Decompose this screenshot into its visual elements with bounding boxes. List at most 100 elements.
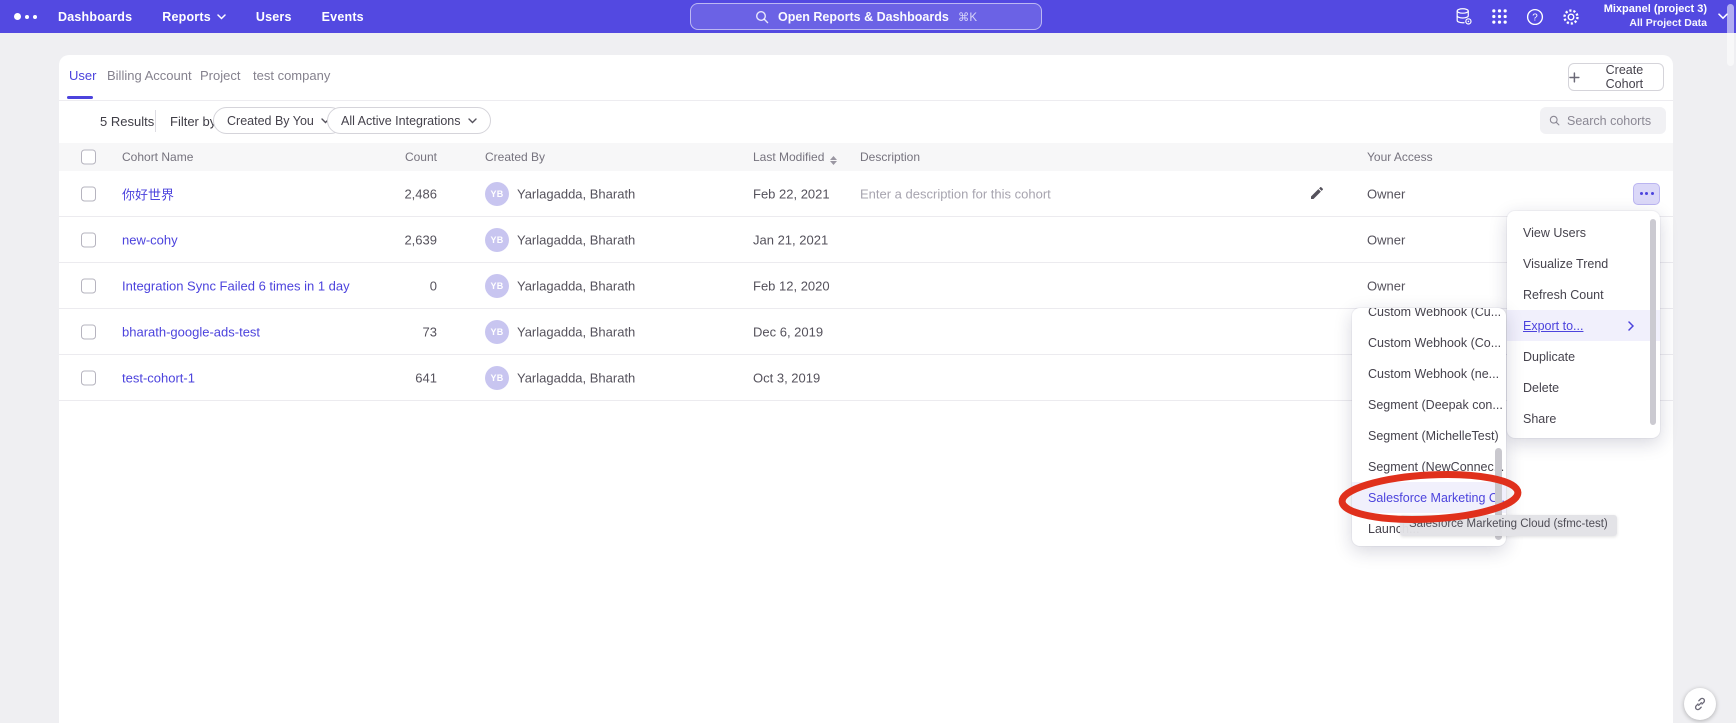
created-by: Yarlagadda, Bharath (517, 370, 635, 385)
mixpanel-cohorts-page: Dashboards Reports Users Events Open Rep… (0, 0, 1736, 723)
cohort-count: 0 (347, 278, 437, 293)
submenu-item-segment-2[interactable]: Segment (MichelleTest) (1352, 420, 1506, 451)
search-cohorts-input[interactable] (1567, 114, 1657, 128)
nav-item-dashboards[interactable]: Dashboards (58, 10, 132, 24)
submenu-item-custom-webhook-3[interactable]: Custom Webhook (ne... (1352, 358, 1506, 389)
table-row: 你好世界 2,486 YB Yarlagadda, Bharath Feb 22… (59, 171, 1673, 217)
avatar: YB (485, 366, 509, 390)
cohort-count: 73 (347, 324, 437, 339)
chevron-down-icon (217, 14, 226, 20)
global-search-label: Open Reports & Dashboards (778, 10, 949, 24)
apps-grid-icon[interactable] (1490, 7, 1509, 26)
project-switcher[interactable]: Mixpanel (project 3) All Project Data (1604, 3, 1707, 30)
menu-scrollbar[interactable] (1650, 219, 1656, 425)
row-checkbox[interactable] (81, 278, 96, 293)
search-cohorts-box (1540, 107, 1666, 134)
cohort-name-link[interactable]: bharath-google-ads-test (122, 324, 260, 339)
pencil-icon[interactable] (1309, 185, 1327, 203)
link-icon (1692, 696, 1708, 712)
menu-item-refresh-count[interactable]: Refresh Count (1507, 279, 1660, 310)
settings-gear-icon[interactable] (1562, 7, 1581, 26)
tab-test-company[interactable]: test company (253, 68, 330, 83)
menu-item-visualize-trend[interactable]: Visualize Trend (1507, 248, 1660, 279)
svg-text:?: ? (1532, 12, 1538, 23)
avatar: YB (485, 274, 509, 298)
row-checkbox[interactable] (81, 324, 96, 339)
tab-bar: User Billing Account Project test compan… (59, 55, 1673, 101)
chevron-down-icon (468, 118, 477, 124)
cohort-name-link[interactable]: test-cohort-1 (122, 370, 195, 385)
nav-item-users[interactable]: Users (256, 10, 292, 24)
column-created-by[interactable]: Created By (485, 150, 545, 164)
search-icon (1549, 114, 1560, 127)
global-search-button[interactable]: Open Reports & Dashboards ⌘K (690, 3, 1042, 30)
cohort-name-link[interactable]: new-cohy (122, 232, 178, 247)
access-value: Owner (1367, 232, 1405, 247)
submenu-item-salesforce-marketing-cloud[interactable]: Salesforce Marketing C... (1352, 482, 1506, 513)
last-modified: Feb 22, 2021 (753, 186, 830, 201)
description-placeholder[interactable]: Enter a description for this cohort (860, 186, 1051, 201)
create-cohort-label: Create Cohort (1586, 63, 1663, 91)
last-modified: Dec 6, 2019 (753, 324, 823, 339)
cohort-count: 2,486 (347, 186, 437, 201)
access-value: Owner (1367, 186, 1405, 201)
integrations-filter[interactable]: All Active Integrations (327, 107, 491, 134)
row-checkbox[interactable] (81, 370, 96, 385)
page-scrollbar[interactable] (1727, 4, 1734, 66)
project-scope: All Project Data (1604, 17, 1707, 30)
submenu-item-segment-1[interactable]: Segment (Deepak con... (1352, 389, 1506, 420)
created-by-filter[interactable]: Created By You (213, 107, 344, 134)
column-cohort-name[interactable]: Cohort Name (122, 150, 193, 164)
last-modified: Jan 21, 2021 (753, 232, 828, 247)
tab-user[interactable]: User (69, 68, 96, 83)
sort-icon (830, 156, 837, 165)
row-checkbox[interactable] (81, 232, 96, 247)
mixpanel-logo-icon[interactable] (14, 13, 46, 20)
created-by: Yarlagadda, Bharath (517, 278, 635, 293)
row-checkbox[interactable] (81, 186, 96, 201)
column-your-access[interactable]: Your Access (1367, 150, 1433, 164)
menu-item-export-to[interactable]: Export to... (1507, 310, 1660, 341)
submenu-item-segment-3[interactable]: Segment (NewConnec... (1352, 451, 1506, 482)
global-search-shortcut: ⌘K (958, 10, 977, 24)
created-by: Yarlagadda, Bharath (517, 324, 635, 339)
row-actions-button[interactable] (1633, 183, 1660, 205)
top-nav: Dashboards Reports Users Events Open Rep… (0, 0, 1736, 33)
nav-item-reports[interactable]: Reports (162, 10, 226, 24)
cohort-name-link[interactable]: 你好世界 (122, 184, 174, 203)
cohort-name-link[interactable]: Integration Sync Failed 6 times in 1 day (122, 278, 350, 293)
avatar: YB (485, 320, 509, 344)
data-management-icon[interactable] (1454, 7, 1473, 26)
menu-item-share[interactable]: Share (1507, 403, 1660, 434)
table-row: new-cohy 2,639 YB Yarlagadda, Bharath Ja… (59, 217, 1673, 263)
created-by: Yarlagadda, Bharath (517, 186, 635, 201)
submenu-item-custom-webhook-1[interactable]: Custom Webhook (Cu... (1352, 308, 1506, 327)
export-destinations-submenu: Custom Webhook (Cu... Custom Webhook (Co… (1352, 308, 1506, 546)
column-description[interactable]: Description (860, 150, 920, 164)
created-by: Yarlagadda, Bharath (517, 232, 635, 247)
submenu-item-custom-webhook-2[interactable]: Custom Webhook (Co... (1352, 327, 1506, 358)
last-modified: Feb 12, 2020 (753, 278, 830, 293)
tab-project[interactable]: Project (200, 68, 240, 83)
column-last-modified[interactable]: Last Modified (753, 150, 837, 165)
share-link-button[interactable] (1684, 688, 1716, 720)
cohort-count: 641 (347, 370, 437, 385)
help-icon[interactable]: ? (1526, 7, 1545, 26)
tooltip: Salesforce Marketing Cloud (sfmc-test) (1400, 515, 1617, 536)
select-all-checkbox[interactable] (81, 150, 96, 165)
menu-item-view-users[interactable]: View Users (1507, 217, 1660, 248)
divider (155, 110, 156, 132)
access-value: Owner (1367, 278, 1405, 293)
menu-item-delete[interactable]: Delete (1507, 372, 1660, 403)
nav-item-events[interactable]: Events (322, 10, 364, 24)
row-actions-menu: View Users Visualize Trend Refresh Count… (1507, 211, 1660, 438)
tab-billing-account[interactable]: Billing Account (107, 68, 192, 83)
results-count: 5 Results (100, 114, 154, 129)
cohort-count: 2,639 (347, 232, 437, 247)
filter-bar: 5 Results Filter by Created By You All A… (59, 101, 1673, 143)
create-cohort-button[interactable]: Create Cohort (1568, 63, 1664, 91)
menu-item-duplicate[interactable]: Duplicate (1507, 341, 1660, 372)
avatar: YB (485, 182, 509, 206)
plus-icon (1569, 72, 1580, 83)
column-count[interactable]: Count (347, 150, 437, 164)
